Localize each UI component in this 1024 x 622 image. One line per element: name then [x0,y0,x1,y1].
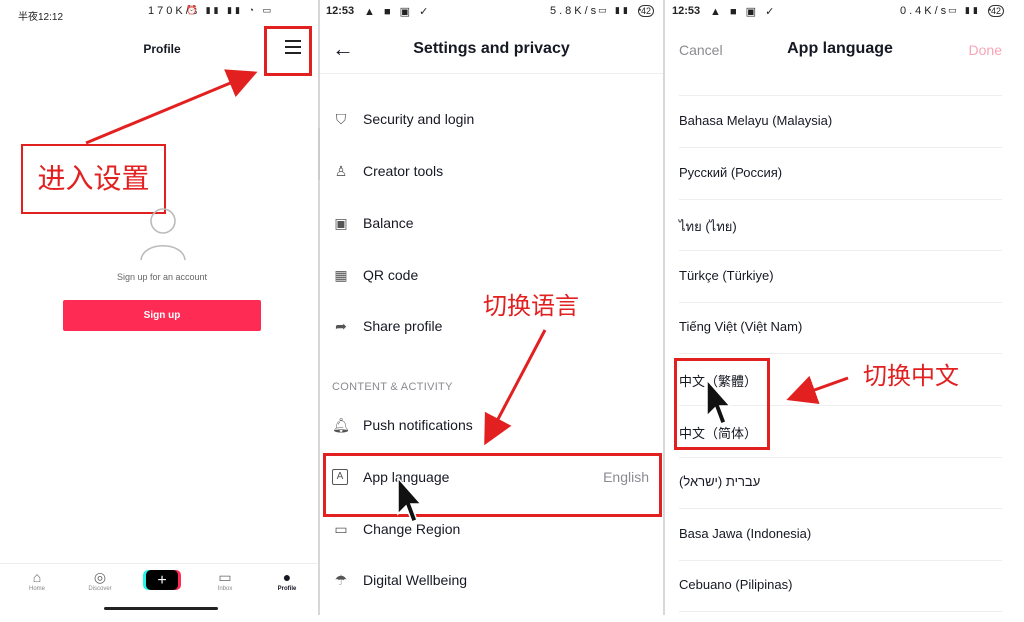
arrow-to-menu [85,69,258,145]
mouse-cursor-icon [706,378,732,425]
arrow-to-chinese [786,375,849,405]
mouse-cursor-icon [397,476,422,523]
arrow-to-app-language [484,329,547,446]
annotation-arrows [85,69,849,446]
